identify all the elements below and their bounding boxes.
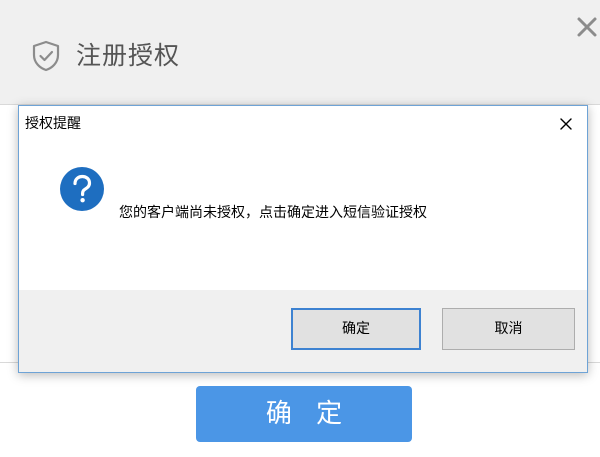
dialog-footer: 确定 取消	[19, 290, 587, 372]
dialog-close-button[interactable]	[549, 110, 583, 138]
confirm-button[interactable]: 确 定	[196, 386, 412, 442]
ok-button[interactable]: 确定	[291, 308, 421, 350]
dialog-message: 您的客户端尚未授权，点击确定进入短信验证授权	[119, 205, 427, 221]
window-title: 注册授权	[76, 41, 181, 70]
cancel-button[interactable]: 取消	[442, 308, 575, 350]
question-icon	[59, 166, 105, 212]
shield-check-icon	[31, 40, 61, 72]
dialog-titlebar: 授权提醒	[19, 106, 587, 142]
window-header: 注册授权	[0, 0, 600, 104]
dialog-title: 授权提醒	[25, 116, 81, 132]
close-icon[interactable]	[574, 14, 600, 40]
authorization-dialog: 授权提醒 您的客户端尚未授权，点击确定进入短信验证授权 确定 取消	[18, 105, 588, 373]
close-icon	[560, 118, 572, 130]
